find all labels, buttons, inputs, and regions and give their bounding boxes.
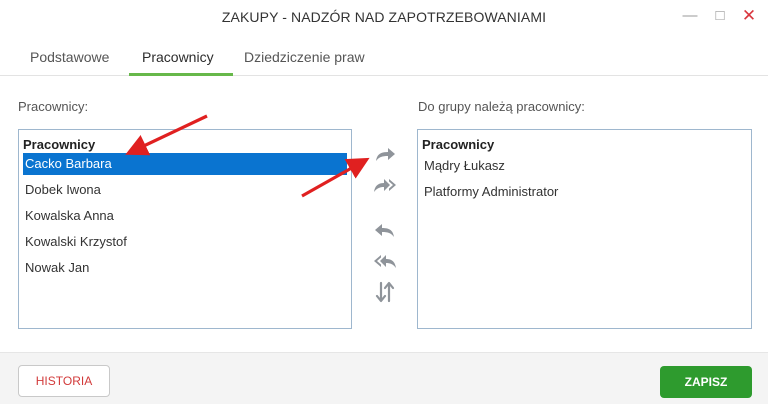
tab-podstawowe[interactable]: Podstawowe — [30, 49, 109, 65]
close-icon[interactable]: ✕ — [739, 6, 759, 26]
swap-icon — [375, 281, 395, 303]
dialog-footer: HISTORIA ZAPISZ — [0, 352, 768, 404]
tab-pracownicy[interactable]: Pracownicy — [142, 49, 214, 65]
list-header: Pracownicy — [23, 137, 96, 152]
maximize-icon[interactable]: □ — [710, 6, 730, 26]
available-workers-list[interactable]: Pracownicy Cacko Barbara Dobek Iwona Kow… — [18, 129, 352, 329]
tab-bar: Podstawowe Pracownicy Dziedziczenie praw — [0, 40, 768, 76]
available-workers-label: Pracownicy: — [18, 99, 89, 114]
group-members-list[interactable]: Pracownicy Mądry Łukasz Platformy Admini… — [417, 129, 752, 329]
active-tab-indicator — [129, 73, 233, 76]
move-all-right-button[interactable] — [372, 173, 398, 197]
save-button[interactable]: ZAPISZ — [660, 366, 752, 398]
double-arrow-left-icon — [374, 255, 396, 268]
move-all-left-button[interactable] — [372, 249, 398, 273]
move-right-button[interactable] — [372, 142, 398, 166]
list-header: Pracownicy — [422, 137, 495, 152]
list-item-madry-lukasz[interactable]: Mądry Łukasz — [422, 155, 746, 177]
arrow-left-icon — [375, 224, 394, 237]
group-members-label: Do grupy należą pracownicy: — [418, 99, 585, 114]
history-button[interactable]: HISTORIA — [18, 365, 110, 397]
swap-button[interactable] — [372, 280, 398, 304]
dialog-window: ZAKUPY - NADZÓR NAD ZAPOTRZEBOWANIAMI — … — [0, 0, 768, 404]
title-bar: ZAKUPY - NADZÓR NAD ZAPOTRZEBOWANIAMI — … — [0, 0, 768, 34]
minimize-icon[interactable]: — — [680, 6, 700, 26]
window-title: ZAKUPY - NADZÓR NAD ZAPOTRZEBOWANIAMI — [221, 9, 547, 25]
list-item-kowalska-anna[interactable]: Kowalska Anna — [23, 205, 347, 227]
move-left-button[interactable] — [372, 218, 398, 242]
list-item-cacko-barbara[interactable]: Cacko Barbara — [23, 153, 347, 175]
tab-dziedziczenie-praw[interactable]: Dziedziczenie praw — [244, 49, 365, 65]
list-item-kowalski-krzystof[interactable]: Kowalski Krzystof — [23, 231, 347, 253]
list-item-platformy-administrator[interactable]: Platformy Administrator — [422, 181, 746, 203]
double-arrow-right-icon — [374, 179, 396, 192]
list-item-dobek-iwona[interactable]: Dobek Iwona — [23, 179, 347, 201]
arrow-right-icon — [376, 148, 395, 161]
list-item-nowak-jan[interactable]: Nowak Jan — [23, 257, 347, 279]
